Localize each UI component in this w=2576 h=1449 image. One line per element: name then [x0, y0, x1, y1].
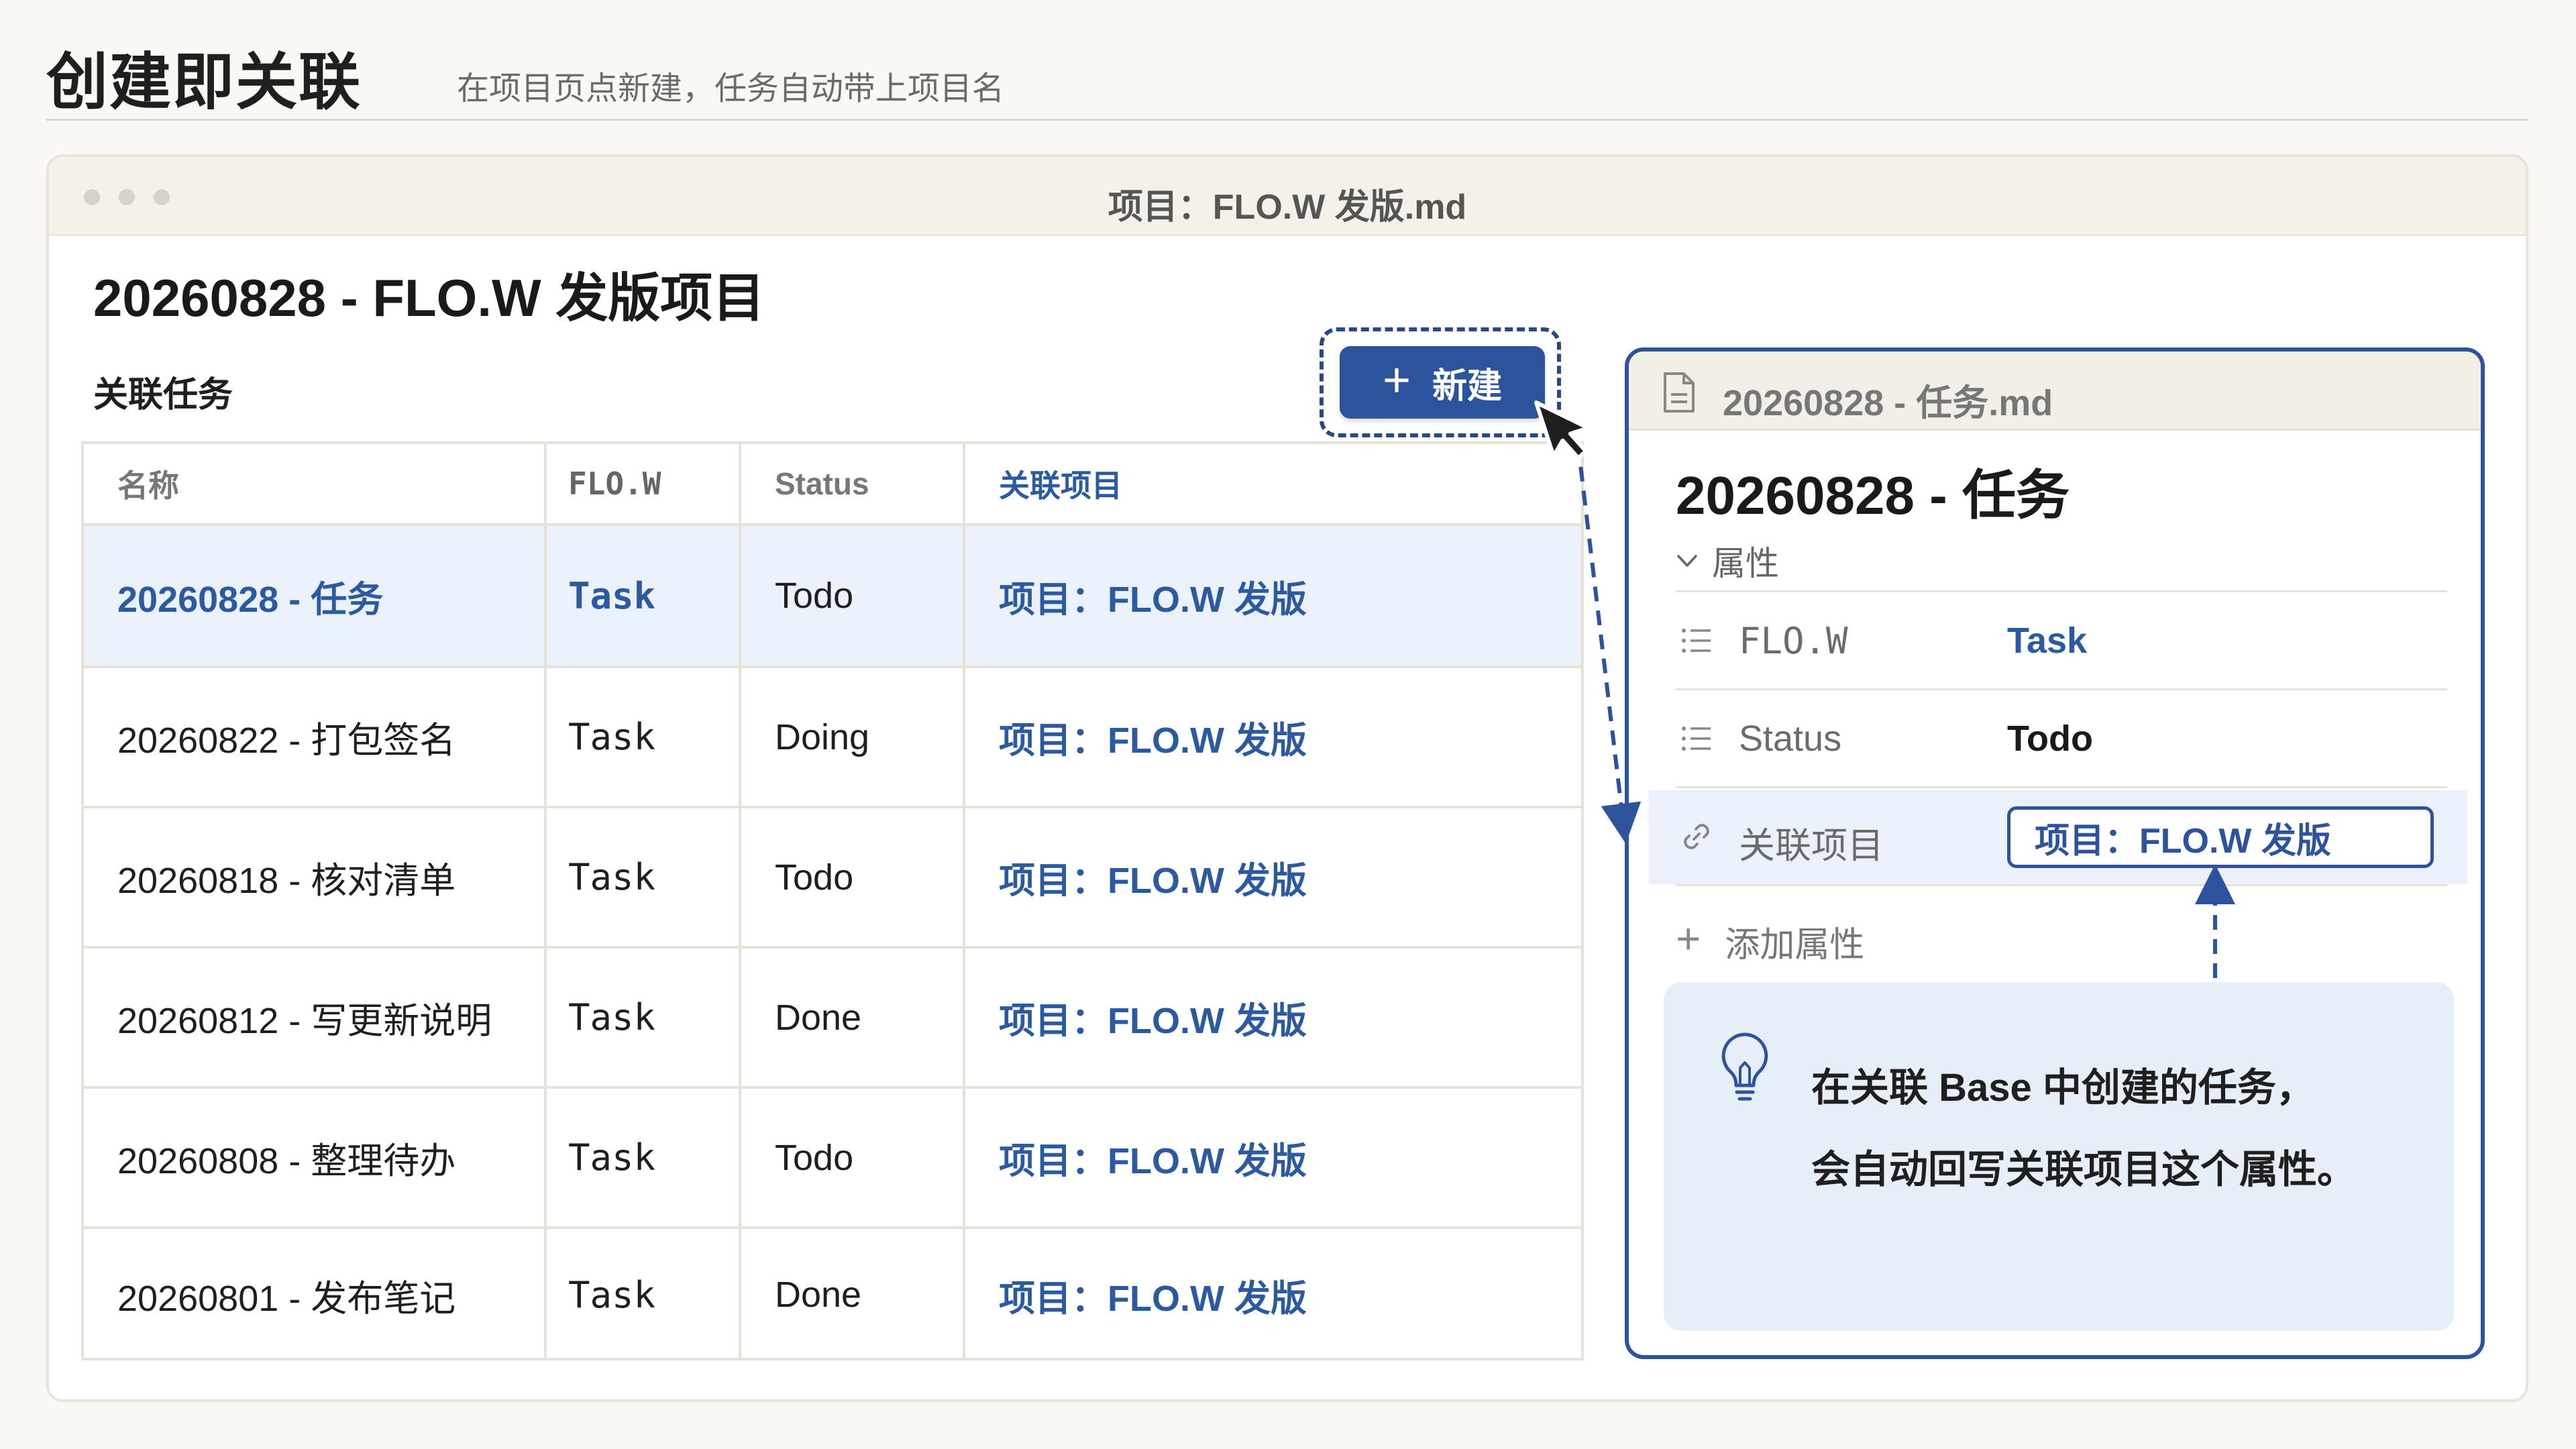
- list-icon: [1682, 727, 1711, 751]
- flow-cell[interactable]: Task: [547, 526, 741, 665]
- status-cell[interactable]: Done: [741, 1229, 965, 1360]
- linked-tasks-table: 名称 FLO.W Status 关联项目 20260828 - 任务 Task …: [81, 441, 1584, 1360]
- chevron-down-icon: [1677, 555, 1697, 567]
- page-subtitle: 在项目页点新建，任务自动带上项目名: [457, 71, 1005, 107]
- window-title: 项目：FLO.W 发版.md: [1108, 188, 1467, 227]
- document-title: 20260828 - FLO.W 发版项目: [93, 268, 765, 327]
- table-row[interactable]: 20260801 - 发布笔记 Task Done 项目：FLO.W 发版: [84, 1229, 1581, 1360]
- status-cell[interactable]: Todo: [741, 808, 965, 946]
- new-button-label: 新建: [1432, 366, 1503, 406]
- table-row[interactable]: 20260818 - 核对清单 Task Todo 项目：FLO.W 发版: [84, 808, 1581, 949]
- lightbulb-icon: [1721, 1032, 1768, 1101]
- property-value[interactable]: Task: [2007, 620, 2087, 661]
- status-cell[interactable]: Doing: [741, 668, 965, 806]
- task-name-cell[interactable]: 20260812 - 写更新说明: [84, 949, 547, 1086]
- properties-toggle[interactable]: 属性: [1676, 537, 1779, 585]
- add-property-label: 添加属性: [1725, 926, 1865, 965]
- flow-cell[interactable]: Task: [547, 668, 741, 806]
- status-cell[interactable]: Todo: [741, 526, 965, 665]
- task-name-cell[interactable]: 20260828 - 任务: [84, 526, 547, 665]
- file-icon: [1664, 372, 1695, 413]
- popup-titlebar: 20260828 - 任务.md: [1629, 352, 2481, 431]
- property-name: 关联项目: [1739, 826, 1884, 866]
- properties-label: 属性: [1712, 545, 1779, 582]
- project-link-cell[interactable]: 项目：FLO.W 发版: [965, 526, 1584, 665]
- project-link-cell[interactable]: 项目：FLO.W 发版: [965, 1229, 1584, 1360]
- flow-cell[interactable]: Task: [547, 808, 741, 946]
- popup-file-name: 20260828 - 任务.md: [1723, 383, 2053, 423]
- table-row[interactable]: 20260828 - 任务 Task Todo 项目：FLO.W 发版: [84, 526, 1581, 668]
- column-header-project[interactable]: 关联项目: [965, 444, 1584, 523]
- page-title: 创建即关联: [46, 48, 362, 117]
- table-header-row: 名称 FLO.W Status 关联项目: [84, 444, 1581, 526]
- project-link-cell[interactable]: 项目：FLO.W 发版: [965, 668, 1584, 806]
- tip-callout: 在关联 Base 中创建的任务， 会自动回写关联项目这个属性。: [1664, 982, 2454, 1331]
- task-note-popup: 20260828 - 任务.md 20260828 - 任务 属性 FLO.W …: [1625, 347, 2485, 1359]
- project-link-cell[interactable]: 项目：FLO.W 发版: [965, 949, 1584, 1086]
- status-cell[interactable]: Done: [741, 949, 965, 1086]
- list-icon: [1682, 629, 1711, 653]
- project-link-cell[interactable]: 项目：FLO.W 发版: [965, 808, 1584, 946]
- column-header-status[interactable]: Status: [741, 444, 965, 523]
- tip-text-line-2: 会自动回写关联项目这个属性。: [1811, 1148, 2357, 1191]
- column-header-name[interactable]: 名称: [84, 444, 547, 523]
- property-row-status[interactable]: Status Todo: [1629, 692, 2481, 786]
- add-property-button[interactable]: + 添加属性: [1676, 914, 1865, 967]
- task-name-cell[interactable]: 20260822 - 打包签名: [84, 668, 547, 806]
- section-label: 关联任务: [93, 376, 233, 415]
- status-cell[interactable]: Todo: [741, 1089, 965, 1226]
- task-name-cell[interactable]: 20260818 - 核对清单: [84, 808, 547, 946]
- divider: [1676, 786, 2447, 788]
- property-name: FLO.W: [1739, 620, 1848, 662]
- tip-text-line-1: 在关联 Base 中创建的任务，: [1811, 1066, 2315, 1110]
- new-button-highlight: + 新建: [1320, 327, 1561, 437]
- new-button[interactable]: + 新建: [1340, 346, 1545, 419]
- column-header-flow[interactable]: FLO.W: [547, 444, 741, 523]
- table-row[interactable]: 20260808 - 整理待办 Task Todo 项目：FLO.W 发版: [84, 1089, 1581, 1229]
- flow-cell[interactable]: Task: [547, 1089, 741, 1226]
- flow-cell[interactable]: Task: [547, 1229, 741, 1360]
- property-row-project[interactable]: 关联项目 项目：FLO.W 发版: [1649, 790, 2467, 884]
- flow-cell[interactable]: Task: [547, 949, 741, 1086]
- divider: [1676, 688, 2447, 690]
- plus-icon: +: [1382, 354, 1411, 407]
- property-name: Status: [1739, 718, 1842, 759]
- window-titlebar: 项目：FLO.W 发版.md: [49, 157, 2526, 236]
- plus-icon: +: [1676, 914, 1701, 963]
- page-header: 创建即关联 在项目页点新建，任务自动带上项目名: [46, 27, 2528, 121]
- task-name-cell[interactable]: 20260801 - 发布笔记: [84, 1229, 547, 1360]
- project-link-cell[interactable]: 项目：FLO.W 发版: [965, 1089, 1584, 1226]
- popup-title: 20260828 - 任务: [1676, 466, 2070, 525]
- project-link-chip[interactable]: 项目：FLO.W 发版: [2007, 806, 2434, 868]
- property-row-flow[interactable]: FLO.W Task: [1629, 594, 2481, 688]
- divider: [1676, 884, 2447, 886]
- table-row[interactable]: 20260822 - 打包签名 Task Doing 项目：FLO.W 发版: [84, 668, 1581, 808]
- table-row[interactable]: 20260812 - 写更新说明 Task Done 项目：FLO.W 发版: [84, 949, 1581, 1089]
- link-icon: [1684, 824, 1709, 849]
- task-name-cell[interactable]: 20260808 - 整理待办: [84, 1089, 547, 1226]
- property-value[interactable]: Todo: [2007, 718, 2093, 759]
- divider: [1676, 590, 2447, 592]
